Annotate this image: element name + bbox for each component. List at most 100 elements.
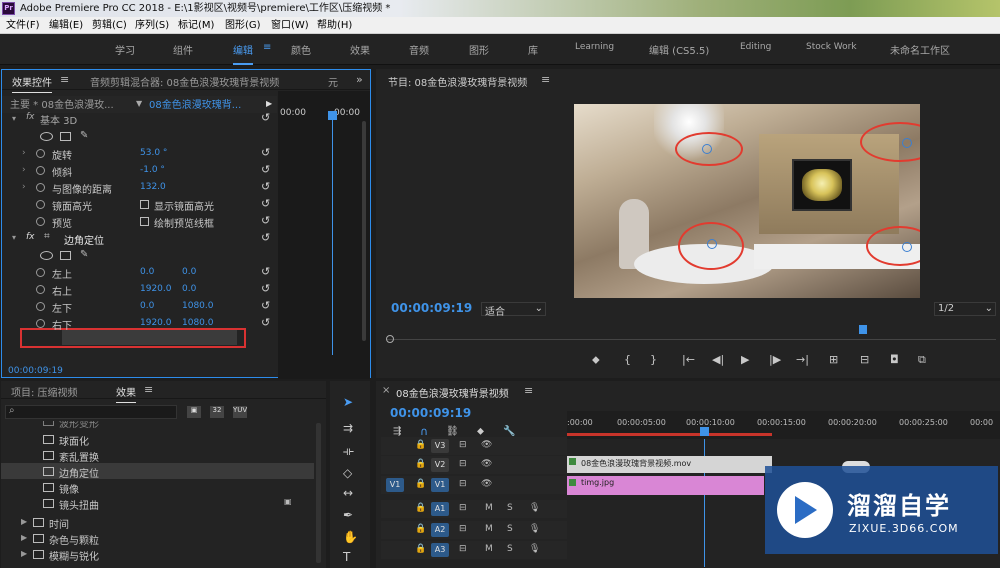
- lock-icon[interactable]: 🔒: [415, 544, 426, 554]
- sync-lock-icon[interactable]: ⊟: [459, 479, 467, 489]
- list-item[interactable]: 球面化: [1, 431, 314, 448]
- workspace-assembly[interactable]: 组件: [173, 42, 193, 57]
- upper-left-y[interactable]: 0.0: [182, 267, 196, 277]
- workspace-editing-cs55[interactable]: 编辑 (CS5.5): [649, 42, 709, 57]
- panel-menu-icon[interactable]: ≡: [60, 73, 69, 86]
- workspace-unnamed[interactable]: 未命名工作区: [890, 42, 950, 57]
- rectangle-mask-icon[interactable]: [60, 251, 71, 260]
- sync-lock-icon[interactable]: ⊟: [459, 459, 467, 469]
- list-item-selected[interactable]: 边角定位: [1, 463, 314, 480]
- reset-icon[interactable]: ↺: [261, 316, 270, 329]
- menu-file[interactable]: 文件(F): [6, 17, 40, 34]
- track-target-a1[interactable]: A1: [431, 502, 449, 516]
- lift-icon[interactable]: ⊞: [829, 353, 838, 366]
- reset-icon[interactable]: ↺: [261, 265, 270, 278]
- mute-button[interactable]: M: [485, 544, 493, 554]
- menu-graphics[interactable]: 图形(G): [225, 17, 261, 34]
- tab-metadata[interactable]: 元: [328, 74, 338, 89]
- type-tool-icon[interactable]: T: [343, 550, 350, 564]
- effects-search-input[interactable]: [5, 405, 177, 419]
- reset-icon[interactable]: ↺: [261, 231, 270, 244]
- distance-value[interactable]: 132.0: [140, 182, 166, 192]
- tab-effect-controls[interactable]: 效果控件: [12, 74, 52, 93]
- linked-selection-icon[interactable]: ⛓: [446, 426, 459, 437]
- folder-item[interactable]: ▶ 时间: [1, 514, 314, 531]
- track-select-tool-icon[interactable]: ⇉: [343, 421, 353, 435]
- list-item[interactable]: 镜头扭曲 ▣: [1, 495, 314, 512]
- program-monitor-title[interactable]: 节目: 08金色浪漫玫瑰背景视频: [388, 74, 527, 89]
- go-to-out-icon[interactable]: →|: [796, 353, 809, 366]
- stopwatch-icon[interactable]: [36, 319, 45, 328]
- more-tabs-icon[interactable]: »: [356, 73, 363, 86]
- 32bit-effects-icon[interactable]: 32: [210, 406, 224, 418]
- program-playhead[interactable]: [859, 325, 867, 334]
- corner-handle-upper-right[interactable]: [902, 138, 912, 148]
- resolution-dropdown[interactable]: 1/2 ⌄: [934, 302, 996, 316]
- eye-icon[interactable]: 👁: [481, 459, 492, 469]
- selection-tool-icon[interactable]: ➤: [343, 395, 353, 409]
- ellipse-mask-icon[interactable]: [40, 251, 53, 260]
- ripple-edit-tool-icon[interactable]: ⟛: [343, 444, 354, 459]
- folder-item[interactable]: ▶ 模糊与锐化: [1, 546, 314, 563]
- extract-icon[interactable]: ⊟: [860, 353, 869, 366]
- microphone-icon[interactable]: 🎙: [529, 544, 540, 554]
- panel-menu-icon[interactable]: ≡: [541, 73, 550, 86]
- microphone-icon[interactable]: 🎙: [529, 503, 540, 513]
- mute-button[interactable]: M: [485, 524, 493, 534]
- wireframe-checkbox[interactable]: [140, 217, 149, 226]
- menu-window[interactable]: 窗口(W): [271, 17, 309, 34]
- reset-icon[interactable]: ↺: [261, 180, 270, 193]
- mark-out-icon[interactable]: }: [650, 353, 657, 366]
- comparison-view-icon[interactable]: ⧉: [918, 353, 926, 367]
- solo-button[interactable]: S: [507, 503, 513, 513]
- menu-edit[interactable]: 编辑(E): [49, 17, 83, 34]
- program-scrub-bar[interactable]: [386, 339, 996, 340]
- workspace-editing-en[interactable]: Editing: [740, 42, 771, 52]
- pen-mask-icon[interactable]: ✎: [80, 130, 88, 141]
- razor-tool-icon[interactable]: ◇: [343, 466, 352, 480]
- upper-right-y[interactable]: 0.0: [182, 284, 196, 294]
- reset-icon[interactable]: ↺: [261, 146, 270, 159]
- stopwatch-icon[interactable]: [36, 268, 45, 277]
- fit-dropdown[interactable]: 适合 ⌄: [481, 302, 546, 318]
- panel-menu-icon[interactable]: ≡: [524, 384, 533, 397]
- sync-lock-icon[interactable]: ⊟: [459, 440, 467, 450]
- expand-triangle-icon[interactable]: ▶: [21, 517, 27, 526]
- lock-icon[interactable]: 🔒: [415, 503, 426, 513]
- lock-icon[interactable]: 🔒: [415, 524, 426, 534]
- tab-project[interactable]: 项目: 压缩视频: [11, 384, 78, 399]
- lower-left-y[interactable]: 1080.0: [182, 301, 214, 311]
- timeline-timecode[interactable]: 00:00:09:19: [390, 406, 471, 420]
- source-patch-v1[interactable]: V1: [386, 478, 404, 492]
- tab-audio-clip-mixer[interactable]: 音频剪辑混合器: 08金色浪漫玫瑰背景视频: [90, 74, 279, 89]
- clip-v1-jpg[interactable]: timg.jpg: [567, 476, 764, 495]
- nest-icon[interactable]: ⇶: [393, 426, 401, 437]
- go-to-in-icon[interactable]: |←: [682, 353, 695, 366]
- workspace-graphics[interactable]: 图形: [469, 42, 489, 57]
- stopwatch-icon[interactable]: [36, 166, 45, 175]
- workspace-menu-icon[interactable]: ≡: [263, 42, 271, 53]
- add-marker-icon[interactable]: ⬥: [592, 353, 600, 367]
- lock-icon[interactable]: 🔒: [415, 440, 426, 450]
- expand-triangle-icon[interactable]: ›: [22, 182, 26, 192]
- upper-left-x[interactable]: 0.0: [140, 267, 154, 277]
- wrench-icon[interactable]: 🔧: [503, 426, 515, 437]
- accelerated-effects-icon[interactable]: ▣: [187, 406, 201, 418]
- eye-icon[interactable]: 👁: [481, 440, 492, 450]
- workspace-color[interactable]: 颜色: [291, 42, 311, 57]
- workspace-editing[interactable]: 编辑: [233, 42, 253, 65]
- sync-lock-icon[interactable]: ⊟: [459, 544, 467, 554]
- stopwatch-icon[interactable]: [36, 183, 45, 192]
- step-forward-icon[interactable]: |▶: [769, 353, 781, 366]
- program-preview-frame[interactable]: [574, 104, 920, 298]
- collapse-triangle-icon[interactable]: ▾: [12, 233, 16, 242]
- corner-handle-upper-left[interactable]: [702, 144, 712, 154]
- reset-icon[interactable]: ↺: [261, 163, 270, 176]
- timeline-playhead-handle[interactable]: [700, 427, 709, 436]
- folder-item[interactable]: ▶ 杂色与颗粒: [1, 530, 314, 547]
- track-target-v3[interactable]: V3: [431, 439, 449, 453]
- workspace-effects[interactable]: 效果: [350, 42, 370, 57]
- expand-triangle-icon[interactable]: ›: [22, 148, 26, 158]
- corner-handle-lower-left[interactable]: [707, 239, 717, 249]
- corner-pin-row[interactable]: ▾ fx ⌗ 边角定位 ↺: [2, 230, 277, 247]
